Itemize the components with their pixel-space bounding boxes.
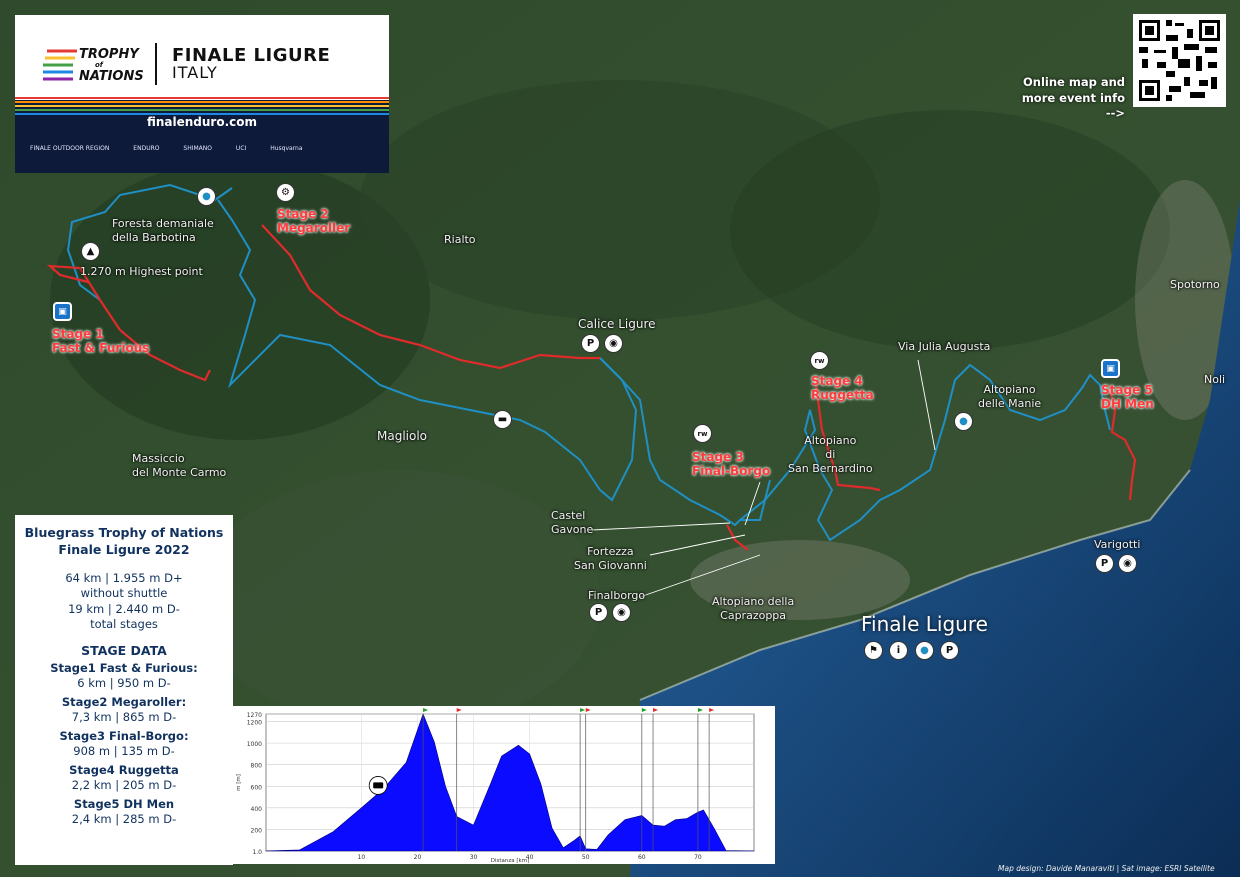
total-distance-note: without shuttle (80, 586, 168, 601)
elevation-chart: 1270120010008006004002001.010 20 30 40 50 60 7… (236, 708, 755, 864)
place-noli: Noli (1204, 373, 1226, 386)
place-rialto: Rialto (444, 233, 476, 246)
place-varigotti: Varigotti (1094, 538, 1141, 551)
stage-4-name: Stage4 Ruggetta (69, 762, 179, 777)
x-tick-label: 70 (694, 854, 702, 861)
stage-start-flag-icon (423, 708, 429, 712)
stage-5-label[interactable]: Stage 5 DH Men (1101, 383, 1154, 412)
x-axis-label: Distanza [km] (491, 858, 529, 864)
total-distance: 64 km | 1.955 m D+ (65, 570, 183, 585)
stage-data-heading: STAGE DATA (81, 642, 167, 658)
qr-code[interactable] (1133, 14, 1226, 107)
stage-5-sponsor-icon: ▣ (1101, 359, 1120, 378)
place-magliolo: Magliolo (377, 429, 428, 443)
event-info-panel: Bluegrass Trophy of Nations Finale Ligure… (15, 515, 233, 865)
info-year: Finale Ligure 2022 (58, 541, 190, 557)
stage-end-flag-icon (456, 708, 462, 712)
place-calice-ligure: Calice Ligure (578, 317, 656, 331)
stage-2-stats: 7,3 km | 865 m D- (71, 710, 177, 725)
y-tick-label: 1200 (247, 720, 262, 727)
stripes-logo-icon (43, 49, 77, 81)
header-divider (155, 43, 157, 85)
stage-4-stats: 2,2 km | 205 m D- (71, 778, 177, 793)
bus-icon: ▬ (493, 410, 512, 429)
stage-1-label[interactable]: Stage 1 Fast & Furious (52, 327, 149, 356)
place-castel-gavone: Castel Gavone (551, 509, 594, 536)
y-tick-label: 200 (251, 827, 263, 834)
water-drop-icon: ● (954, 412, 973, 431)
x-tick-label: 20 (414, 854, 422, 861)
stages-distance: 19 km | 2.440 m D- (68, 601, 180, 616)
parking-icon: P (581, 334, 600, 353)
stage-start-flag-icon (580, 708, 586, 712)
y-axis-label: m [m] (236, 774, 242, 791)
stage-1-name: Stage1 Fast & Furious: (50, 660, 198, 675)
stage-5-stats: 2,4 km | 285 m D- (71, 812, 177, 827)
place-spotorno: Spotorno (1170, 278, 1220, 291)
place-altopiano-san-bernardino: Altopiano di San Bernardino (788, 434, 873, 475)
stage-end-flag-icon (585, 708, 591, 712)
trophy-brand: TROPHY of NATIONS (79, 47, 144, 84)
parking-icon: P (940, 641, 959, 660)
stage-2-label[interactable]: Stage 2 Megaroller (277, 207, 350, 236)
place-fortezza: Fortezza San Giovanni (574, 545, 647, 572)
y-tick-label: 1.0 (252, 849, 262, 856)
y-tick-label: 600 (251, 784, 263, 791)
stage-1-sponsor-icon: ▣ (53, 302, 72, 321)
y-tick-label: 400 (251, 806, 263, 813)
stage-3-stats: 908 m | 135 m D- (73, 744, 175, 759)
water-drop-icon: ● (197, 187, 216, 206)
mountain-peak-icon: ▲ (81, 242, 100, 261)
elevation-profile: 1270 1200 1000 800 600 400 200 1.0 10 20 30 40 50 60 7… (232, 706, 775, 864)
stage-end-flag-icon (653, 708, 659, 712)
camera-icon: ◉ (604, 334, 623, 353)
x-tick-label: 30 (470, 854, 478, 861)
event-header: TROPHY of NATIONS FINALE LIGURE ITALY fi… (15, 15, 389, 173)
place-massiccio: Massiccio del Monte Carmo (132, 452, 227, 479)
place-caprazoppa: Altopiano della Caprazoppa (712, 595, 795, 622)
stage-3-sponsor-icon: rw (693, 424, 712, 443)
stage-1-stats: 6 km | 950 m D- (77, 676, 171, 691)
info-title: Bluegrass Trophy of Nations (24, 525, 224, 540)
website-link[interactable]: finalenduro.com (15, 115, 389, 129)
y-tick-label: 1270 (247, 712, 262, 719)
stage-end-flag-icon (709, 708, 715, 712)
y-tick-label: 1000 (247, 741, 262, 748)
qr-code-icon (1133, 14, 1226, 107)
header-band (15, 97, 389, 173)
stage-3-name: Stage3 Final-Borgo: (59, 728, 189, 743)
place-finalborgo: Finalborgo (588, 589, 646, 602)
camera-icon: ◉ (1118, 554, 1137, 573)
x-tick-label: 10 (358, 854, 366, 861)
stage-5-name: Stage5 DH Men (73, 796, 175, 811)
header-subtitle: ITALY (172, 63, 218, 82)
highest-point-label: 1.270 m Highest point (80, 265, 203, 278)
y-tick-label: 800 (251, 763, 263, 770)
place-via-julia-augusta: Via Julia Augusta (898, 340, 991, 353)
place-altopiano-manie: Altopiano delle Manie (978, 383, 1042, 410)
stage-4-label[interactable]: Stage 4 Ruggetta (811, 374, 874, 403)
bus-body-icon (373, 782, 384, 789)
place-foresta: Foresta demaniale della Barbotina (112, 217, 214, 244)
stage-start-flag-icon (697, 708, 703, 712)
parking-icon: P (589, 603, 608, 622)
online-map-note: Online map and more event info --> (1021, 75, 1125, 121)
camera-icon: ◉ (612, 603, 631, 622)
stage-start-flag-icon (641, 708, 647, 712)
stage-4-sponsor-icon: rw (810, 351, 829, 370)
water-drop-icon: ● (915, 641, 934, 660)
flag-icon: ⚑ (864, 641, 883, 660)
sponsor-logos: FINALE OUTDOOR REGION ENDURO SHIMANO UCI… (30, 145, 303, 152)
info-icon: i (889, 641, 908, 660)
stage-2-name: Stage2 Megaroller: (61, 694, 187, 709)
stages-distance-note: total stages (90, 617, 158, 632)
stage-3-label[interactable]: Stage 3 Final-Borgo (692, 450, 770, 479)
x-tick-label: 60 (638, 854, 646, 861)
parking-icon: P (1095, 554, 1114, 573)
map-credit: Map design: Davide Manaraviti | Sat imag… (998, 864, 1215, 873)
stage-2-sponsor-icon: ⚙ (276, 183, 295, 202)
place-finale-ligure: Finale Ligure (861, 612, 988, 636)
x-tick-label: 50 (582, 854, 590, 861)
